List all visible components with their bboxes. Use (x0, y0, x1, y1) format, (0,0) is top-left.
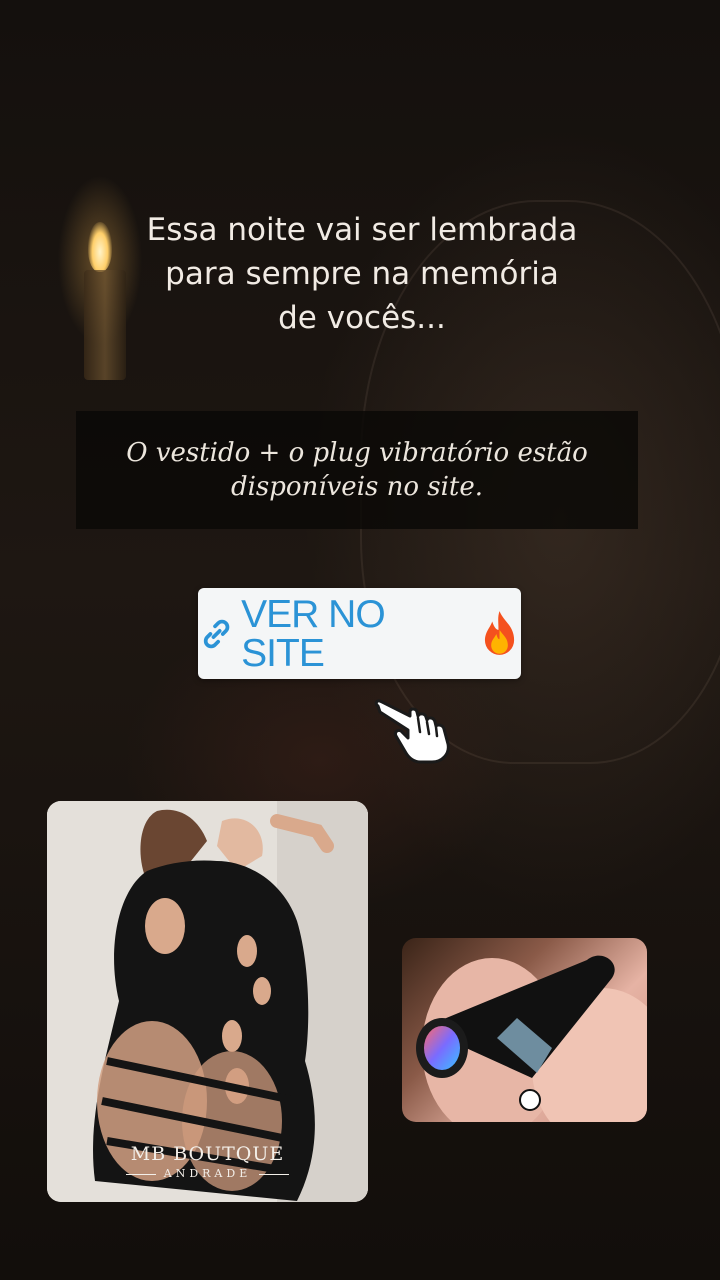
brand-name: MB BOUTQUE (130, 1143, 285, 1165)
headline-line: para sempre na memória (165, 256, 559, 292)
plug-product (416, 955, 647, 1122)
dress-figure (47, 801, 368, 1202)
subtext-line: O vestido + o plug vibratório estão (126, 438, 588, 468)
brand-subtitle: ANDRADE (47, 1167, 368, 1180)
pointing-hand-icon (374, 699, 450, 764)
story-headline: Essa noite vai ser lembrada para sempre … (100, 208, 624, 340)
dress-photo: MB BOUTQUE ANDRADE (47, 801, 368, 1202)
link-sticker-button[interactable]: VER NO SITE (198, 588, 521, 679)
fire-icon (484, 610, 515, 655)
headline-line: de vocês... (278, 300, 446, 336)
story-subtext: O vestido + o plug vibratório estão disp… (76, 436, 638, 504)
link-sticker-label: VER NO SITE (241, 592, 386, 675)
link-icon (203, 619, 230, 648)
subtext-line: disponíveis no site. (230, 472, 484, 502)
brand-watermark: MB BOUTQUE ANDRADE (47, 1143, 368, 1180)
plug-photo (402, 938, 647, 1122)
headline-line: Essa noite vai ser lembrada (146, 212, 578, 248)
